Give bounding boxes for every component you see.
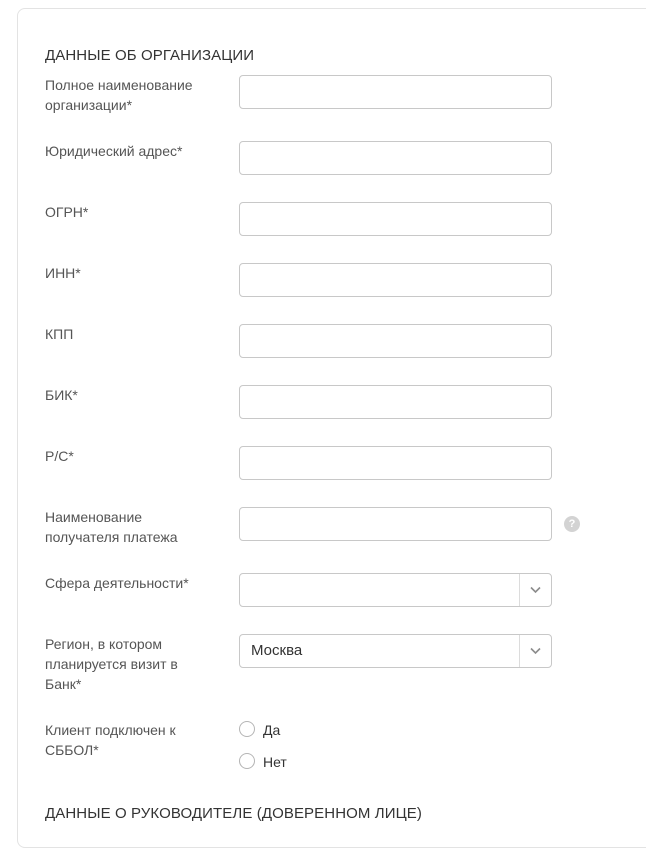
section-title-organization: ДАННЫЕ ОБ ОРГАНИЗАЦИИ bbox=[45, 47, 255, 64]
inn-input[interactable] bbox=[239, 263, 552, 297]
legal-address-input[interactable] bbox=[239, 141, 552, 175]
label-ogrn: ОГРН* bbox=[45, 204, 89, 220]
account-input[interactable] bbox=[239, 446, 552, 480]
help-icon[interactable]: ? bbox=[564, 516, 580, 532]
label-payee-name: Наименование получателя платежа bbox=[45, 509, 178, 545]
activity-select[interactable] bbox=[239, 573, 552, 607]
label-account: Р/С* bbox=[45, 448, 74, 464]
label-kpp: КПП bbox=[45, 326, 74, 342]
full-name-input[interactable] bbox=[239, 75, 552, 109]
ogrn-input[interactable] bbox=[239, 202, 552, 236]
radio-no[interactable] bbox=[239, 753, 255, 769]
region-select[interactable]: Москва bbox=[239, 634, 552, 668]
radio-yes[interactable] bbox=[239, 721, 255, 737]
label-sbbol: Клиент подключен к СББОЛ* bbox=[45, 722, 176, 758]
activity-dropdown-toggle[interactable] bbox=[519, 574, 551, 606]
radio-no-label[interactable]: Нет bbox=[263, 752, 287, 772]
chevron-down-icon bbox=[530, 647, 541, 655]
label-bik: БИК* bbox=[45, 387, 78, 403]
label-full-name: Полное наименование организации* bbox=[45, 77, 193, 113]
region-select-value: Москва bbox=[251, 642, 303, 659]
radio-yes-label[interactable]: Да bbox=[263, 720, 280, 740]
label-inn: ИНН* bbox=[45, 265, 81, 281]
label-legal-address: Юридический адрес* bbox=[45, 143, 183, 159]
section-title-manager: ДАННЫЕ О РУКОВОДИТЕЛЕ (ДОВЕРЕННОМ ЛИЦЕ) bbox=[45, 805, 422, 822]
chevron-down-icon bbox=[530, 586, 541, 594]
region-dropdown-toggle[interactable] bbox=[519, 635, 551, 667]
payee-name-input[interactable] bbox=[239, 507, 552, 541]
label-activity: Сфера деятельности* bbox=[45, 575, 189, 591]
bik-input[interactable] bbox=[239, 385, 552, 419]
kpp-input[interactable] bbox=[239, 324, 552, 358]
label-region: Регион, в котором планируется визит в Ба… bbox=[45, 636, 178, 692]
